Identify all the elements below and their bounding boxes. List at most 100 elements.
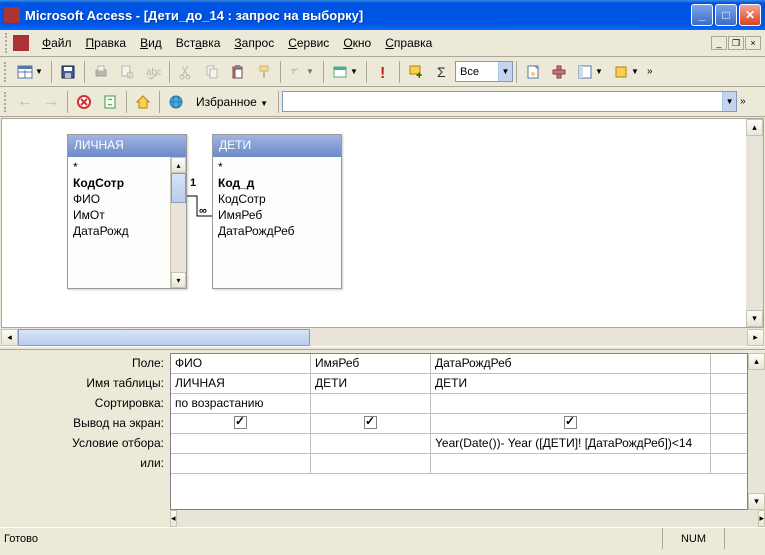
field-item[interactable]: ИмОт bbox=[68, 207, 170, 223]
run-button[interactable]: ! bbox=[371, 60, 395, 84]
grid-cell-or[interactable] bbox=[171, 454, 311, 473]
grid-cell-criteria[interactable] bbox=[171, 434, 311, 453]
build-button[interactable] bbox=[547, 60, 571, 84]
status-bar: Готово NUM bbox=[0, 527, 765, 549]
toolbar-handle[interactable] bbox=[5, 33, 9, 53]
print-button[interactable] bbox=[89, 60, 113, 84]
field-item[interactable]: Код_д bbox=[213, 175, 341, 191]
table-box-deti[interactable]: ДЕТИ * Код_д КодСотр ИмяРеб ДатаРождРеб bbox=[212, 134, 342, 289]
mdi-restore-button[interactable]: ❐ bbox=[728, 36, 744, 50]
grid-label-table: Имя таблицы: bbox=[0, 373, 170, 393]
grid-label-sort: Сортировка: bbox=[0, 393, 170, 413]
field-item[interactable]: * bbox=[213, 159, 341, 175]
query-type-button[interactable]: ▼ bbox=[328, 60, 362, 84]
menu-insert[interactable]: Вставка bbox=[169, 33, 228, 53]
totals-button[interactable]: Σ bbox=[430, 60, 454, 84]
grid-cell-show[interactable] bbox=[171, 414, 311, 433]
new-object-button[interactable]: ▼ bbox=[609, 60, 643, 84]
field-item[interactable]: КодСотр bbox=[68, 175, 170, 191]
print-preview-button[interactable] bbox=[115, 60, 139, 84]
grid-cell-or[interactable] bbox=[311, 454, 431, 473]
maximize-button[interactable]: □ bbox=[715, 4, 737, 26]
search-web-button[interactable] bbox=[164, 90, 188, 114]
menu-view[interactable]: Вид bbox=[133, 33, 169, 53]
mdi-close-button[interactable]: × bbox=[745, 36, 761, 50]
toolbar-overflow[interactable]: » bbox=[644, 64, 656, 79]
menu-query[interactable]: Запрос bbox=[227, 33, 281, 53]
grid-cell-table[interactable]: ДЕТИ bbox=[431, 374, 711, 393]
home-button[interactable] bbox=[131, 90, 155, 114]
toolbar-handle[interactable] bbox=[4, 92, 8, 112]
checkbox-icon[interactable] bbox=[234, 416, 247, 429]
status-numlock: NUM bbox=[662, 528, 724, 549]
grid-table[interactable]: ФИО ИмяРеб ДатаРождРеб ЛИЧНАЯ ДЕТИ ДЕТИ … bbox=[170, 353, 748, 510]
join-cardinality-many: ∞ bbox=[199, 205, 207, 217]
menu-file[interactable]: Файл bbox=[35, 33, 79, 53]
address-combo[interactable]: ▼ bbox=[282, 91, 737, 112]
table-pane-vscrollbar[interactable]: ▴▾ bbox=[746, 119, 763, 327]
save-button[interactable] bbox=[56, 60, 80, 84]
grid-cell-or[interactable] bbox=[431, 454, 711, 473]
database-window-button[interactable]: ▼ bbox=[573, 60, 607, 84]
checkbox-icon[interactable] bbox=[364, 416, 377, 429]
refresh-button[interactable] bbox=[98, 90, 122, 114]
grid-cell-field[interactable]: ФИО bbox=[171, 354, 311, 373]
title-bar: Microsoft Access - [Дети_до_14 : запрос … bbox=[0, 0, 765, 30]
paste-button[interactable] bbox=[226, 60, 250, 84]
table-box-lichnaya[interactable]: ЛИЧНАЯ * КодСотр ФИО ИмОт ДатаРожд ▴▾ bbox=[67, 134, 187, 289]
spelling-button[interactable]: abc bbox=[141, 60, 165, 84]
grid-cell-show[interactable] bbox=[311, 414, 431, 433]
field-list-scrollbar[interactable]: ▴▾ bbox=[170, 157, 186, 288]
field-list[interactable]: * Код_д КодСотр ИмяРеб ДатаРождРеб bbox=[213, 157, 341, 288]
field-list[interactable]: * КодСотр ФИО ИмОт ДатаРожд bbox=[68, 157, 170, 288]
close-button[interactable]: ✕ bbox=[739, 4, 761, 26]
field-item[interactable]: ФИО bbox=[68, 191, 170, 207]
menu-edit[interactable]: Правка bbox=[79, 33, 134, 53]
field-item[interactable]: ДатаРожд bbox=[68, 223, 170, 239]
grid-cell-show[interactable] bbox=[431, 414, 711, 433]
grid-cell-field[interactable]: ДатаРождРеб bbox=[431, 354, 711, 373]
copy-button[interactable] bbox=[200, 60, 224, 84]
grid-label-field: Поле: bbox=[0, 353, 170, 373]
table-title: ДЕТИ bbox=[213, 135, 341, 157]
grid-cell-sort[interactable]: по возрастанию bbox=[171, 394, 311, 413]
menu-tools[interactable]: Сервис bbox=[281, 33, 336, 53]
grid-cell-criteria[interactable]: Year(Date())- Year ([ДЕТИ]! [ДатаРождРеб… bbox=[431, 434, 711, 453]
stop-button[interactable] bbox=[72, 90, 96, 114]
field-item[interactable]: * bbox=[68, 159, 170, 175]
field-item[interactable]: ДатаРождРеб bbox=[213, 223, 341, 239]
table-pane[interactable]: ЛИЧНАЯ * КодСотр ФИО ИмОт ДатаРожд ▴▾ 1 … bbox=[1, 118, 764, 328]
grid-vscrollbar[interactable]: ▴▾ bbox=[748, 353, 765, 510]
forward-button[interactable]: → bbox=[39, 90, 63, 114]
view-button[interactable]: ▼ bbox=[13, 60, 47, 84]
grid-cell-criteria[interactable] bbox=[311, 434, 431, 453]
field-item[interactable]: ИмяРеб bbox=[213, 207, 341, 223]
favorites-menu[interactable]: Избранное ▼ bbox=[189, 92, 275, 112]
mdi-minimize-button[interactable]: _ bbox=[711, 36, 727, 50]
main-toolbar: ▼ abc ▼ ▼ ! + Σ Все▼ ▼ ▼ » bbox=[0, 57, 765, 87]
grid-cell-sort[interactable] bbox=[431, 394, 711, 413]
document-icon[interactable] bbox=[13, 35, 29, 51]
minimize-button[interactable]: _ bbox=[691, 4, 713, 26]
show-table-button[interactable]: + bbox=[404, 60, 428, 84]
grid-cell-table[interactable]: ДЕТИ bbox=[311, 374, 431, 393]
field-item[interactable]: КодСотр bbox=[213, 191, 341, 207]
format-painter-button[interactable] bbox=[252, 60, 276, 84]
top-values-combo[interactable]: Все▼ bbox=[455, 61, 513, 82]
grid-hscrollbar[interactable]: ◂▸ bbox=[170, 510, 765, 527]
properties-button[interactable] bbox=[521, 60, 545, 84]
cut-button[interactable] bbox=[174, 60, 198, 84]
table-pane-hscrollbar[interactable]: ◂▸ bbox=[1, 329, 764, 346]
table-title: ЛИЧНАЯ bbox=[68, 135, 186, 157]
toolbar-handle[interactable] bbox=[4, 62, 8, 82]
back-button[interactable]: ← bbox=[13, 90, 37, 114]
undo-button[interactable]: ▼ bbox=[285, 60, 319, 84]
menu-help[interactable]: Справка bbox=[378, 33, 439, 53]
grid-cell-table[interactable]: ЛИЧНАЯ bbox=[171, 374, 311, 393]
grid-cell-sort[interactable] bbox=[311, 394, 431, 413]
window-title: Microsoft Access - [Дети_до_14 : запрос … bbox=[25, 8, 691, 23]
checkbox-icon[interactable] bbox=[564, 416, 577, 429]
menu-window[interactable]: Окно bbox=[336, 33, 378, 53]
toolbar-overflow[interactable]: » bbox=[737, 94, 749, 109]
grid-cell-field[interactable]: ИмяРеб bbox=[311, 354, 431, 373]
